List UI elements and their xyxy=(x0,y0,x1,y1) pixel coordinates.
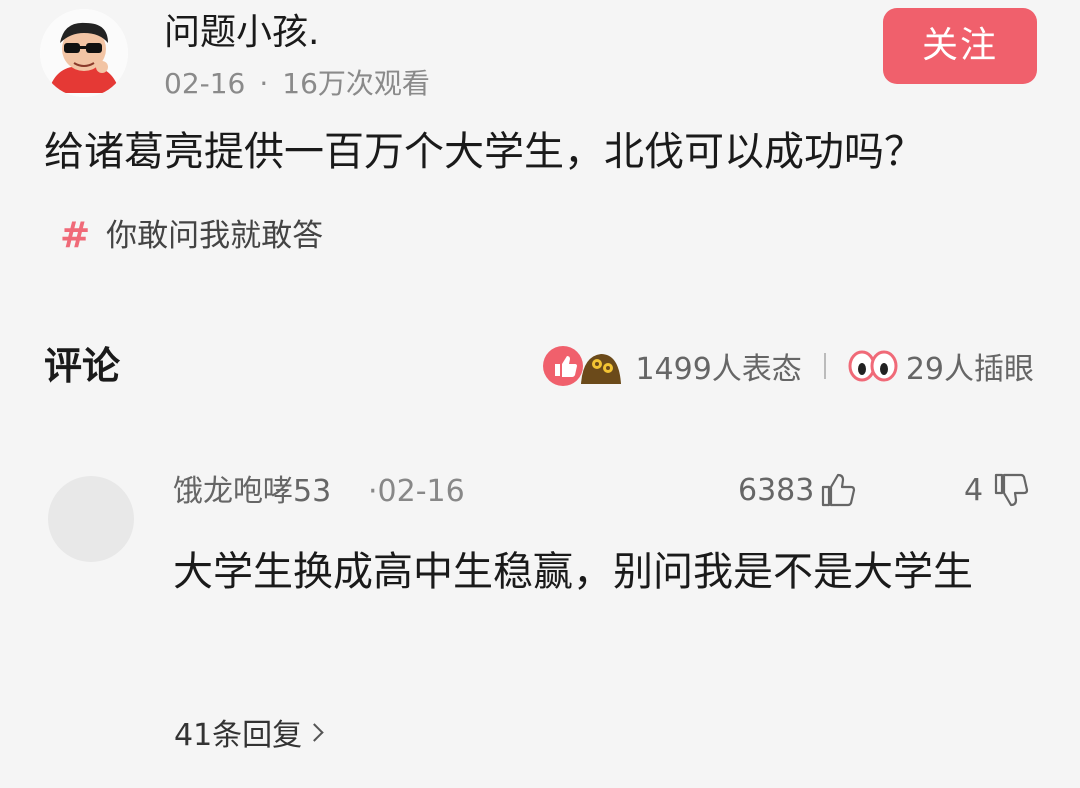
commenter-avatar[interactable] xyxy=(48,476,134,562)
reactions-count: 1499人表态 xyxy=(635,352,802,387)
like-count: 6383 xyxy=(738,472,815,508)
question-title: 给诸葛亮提供一百万个大学生，北伐可以成功吗？ xyxy=(44,129,924,175)
avatar-cartoon-icon xyxy=(40,9,128,97)
post-meta: 02-16 · 16万次观看 xyxy=(164,66,430,102)
view-replies-button[interactable]: 41条回复 xyxy=(174,710,324,754)
dislike-count: 4 xyxy=(964,472,984,508)
comment-date: ·02-16 xyxy=(368,474,465,509)
like-reaction-icon xyxy=(543,346,622,386)
reactions-summary[interactable]: 1499人表态 29人插眼 xyxy=(541,340,1034,392)
thumbs-down-icon xyxy=(994,473,1029,507)
author-name[interactable]: 问题小孩. xyxy=(164,12,319,54)
comment-dislike-button[interactable]: 4 xyxy=(964,468,1031,512)
reaction-icons xyxy=(541,342,625,390)
author-avatar[interactable] xyxy=(40,9,128,97)
topic-label: 你敢问我就敢答 xyxy=(106,218,324,254)
comment-like-button[interactable]: 6383 xyxy=(738,468,858,512)
post-date: 02-16 xyxy=(164,67,246,100)
view-count: 16万次观看 xyxy=(282,67,430,100)
commenter-name[interactable]: 饿龙咆哮53 xyxy=(173,472,331,512)
follow-button[interactable]: 关注 xyxy=(883,8,1037,84)
divider xyxy=(823,353,826,379)
comment-text: 大学生换成高中生稳赢，别问我是不是大学生 xyxy=(173,549,973,595)
topic-tag[interactable]: # 你敢问我就敢答 xyxy=(60,208,323,264)
replies-count: 41条回复 xyxy=(174,718,303,753)
eyes-icon xyxy=(848,350,898,382)
eye-count: 29人插眼 xyxy=(905,352,1034,387)
chevron-right-icon xyxy=(305,722,324,742)
thumbs-up-icon xyxy=(822,473,856,507)
comments-heading: 评论 xyxy=(44,344,121,388)
meta-separator: · xyxy=(259,67,269,100)
hashtag-icon: # xyxy=(60,215,91,256)
